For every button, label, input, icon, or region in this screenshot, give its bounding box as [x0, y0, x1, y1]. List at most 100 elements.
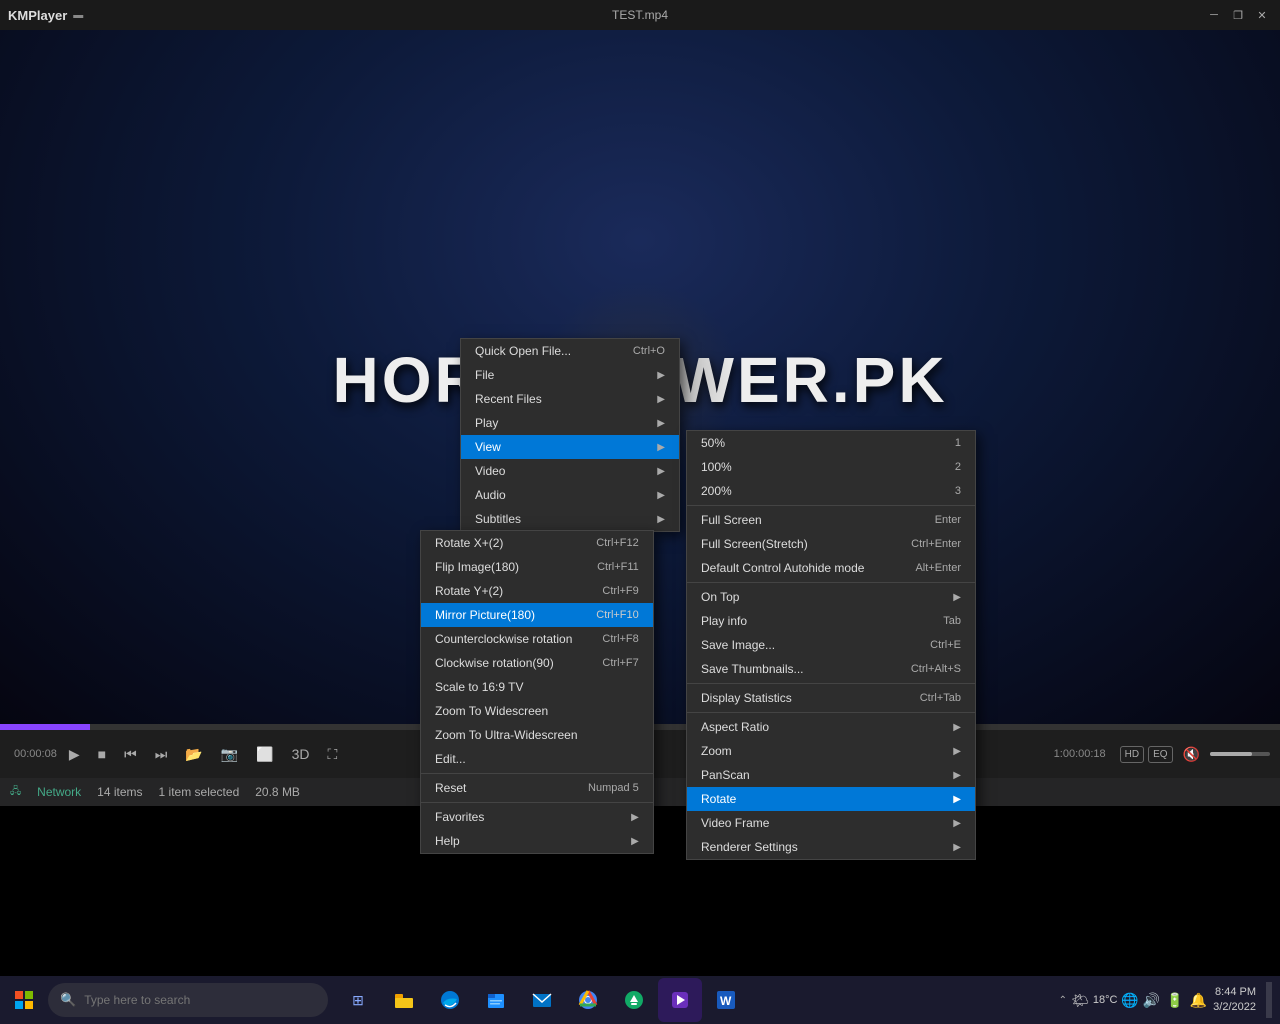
- volume-slider[interactable]: [1210, 752, 1270, 756]
- prev-button[interactable]: ⏮: [118, 742, 143, 767]
- restore-button[interactable]: ❐: [1228, 6, 1248, 24]
- ctx-subtitles[interactable]: Subtitles ▶: [461, 507, 679, 531]
- view-sep-3: [687, 683, 975, 684]
- ctx-edit[interactable]: Edit...: [421, 747, 653, 771]
- ctx-zoom-ultra[interactable]: Zoom To Ultra-Widescreen: [421, 723, 653, 747]
- edge-browser-button[interactable]: [428, 978, 472, 1022]
- ctx-file-arrow: ▶: [657, 370, 665, 381]
- taskbar: 🔍 ⊞: [0, 976, 1280, 1024]
- ctx-mirror-label: Mirror Picture(180): [435, 608, 535, 622]
- ctx-renderer-settings[interactable]: Renderer Settings ▶: [687, 835, 975, 859]
- ctx-fullscreen[interactable]: Full Screen Enter: [687, 508, 975, 532]
- ctx-zoom[interactable]: Zoom ▶: [687, 739, 975, 763]
- temperature: 18°C: [1093, 994, 1118, 1006]
- ctx-play[interactable]: Play ▶: [461, 411, 679, 435]
- ctx-video[interactable]: Video ▶: [461, 459, 679, 483]
- ctx-aspect-ratio-label: Aspect Ratio: [701, 720, 769, 734]
- chrome-button[interactable]: [566, 978, 610, 1022]
- network-tray-icon[interactable]: 🌐: [1121, 992, 1138, 1009]
- play-button[interactable]: ▶: [63, 742, 86, 767]
- ctx-favorites-label: Favorites: [435, 810, 484, 824]
- notifications-icon[interactable]: 🔔: [1190, 992, 1207, 1009]
- ctx-rotate[interactable]: Rotate ▶: [687, 787, 975, 811]
- ctx-200pct-shortcut: 3: [955, 485, 961, 497]
- weather-icon: 🌤: [1071, 992, 1089, 1009]
- clock-time: 8:44 PM: [1213, 985, 1256, 1000]
- search-bar[interactable]: 🔍: [48, 983, 328, 1017]
- eq-button[interactable]: EQ: [1148, 746, 1172, 763]
- ctx-ccw-rotation[interactable]: Counterclockwise rotation Ctrl+F8: [421, 627, 653, 651]
- search-input[interactable]: [84, 993, 316, 1007]
- ctx-display-stats[interactable]: Display Statistics Ctrl+Tab: [687, 686, 975, 710]
- ctx-mirror-shortcut: Ctrl+F10: [596, 609, 639, 621]
- app-logo: KMPlayer: [8, 8, 67, 23]
- ctx-200pct[interactable]: 200% 3: [687, 479, 975, 503]
- taskview-button[interactable]: ⊞: [336, 978, 380, 1022]
- time-right: 1:00:00:18: [1054, 748, 1106, 760]
- ctx-fullscreen-stretch-shortcut: Ctrl+Enter: [911, 538, 961, 550]
- ctx-flip-shortcut: Ctrl+F11: [597, 561, 639, 573]
- mute-button[interactable]: 🔇: [1177, 742, 1206, 767]
- ctx-save-image-label: Save Image...: [701, 638, 775, 652]
- start-button[interactable]: [0, 976, 48, 1024]
- ctx-video-frame[interactable]: Video Frame ▶: [687, 811, 975, 835]
- ctx-rotate-y-shortcut: Ctrl+F9: [602, 585, 638, 597]
- file-manager-button[interactable]: [474, 978, 518, 1022]
- ctx-fullscreen-shortcut: Enter: [935, 514, 961, 526]
- show-desktop-button[interactable]: [1266, 982, 1272, 1018]
- ctx-view[interactable]: View ▶: [461, 435, 679, 459]
- clock[interactable]: 8:44 PM 3/2/2022: [1213, 985, 1256, 1016]
- fullscreen-button[interactable]: ⛶: [322, 742, 344, 767]
- ctx-reset[interactable]: Reset Numpad 5: [421, 776, 653, 800]
- ctx-autohide[interactable]: Default Control Autohide mode Alt+Enter: [687, 556, 975, 580]
- hd-button[interactable]: HD: [1120, 746, 1144, 763]
- ctx-100pct[interactable]: 100% 2: [687, 455, 975, 479]
- minimize-icon: ▬: [73, 10, 83, 21]
- ctx-50pct[interactable]: 50% 1: [687, 431, 975, 455]
- ctx-scale-tv[interactable]: Scale to 16:9 TV: [421, 675, 653, 699]
- ctx-fullscreen-stretch-label: Full Screen(Stretch): [701, 537, 808, 551]
- ctx-rotate-label: Rotate: [701, 792, 736, 806]
- ratio-button[interactable]: ⬜: [250, 742, 279, 767]
- screenshot-button[interactable]: 📷: [215, 742, 244, 767]
- 3d-button[interactable]: 3D: [286, 742, 316, 766]
- chevron-icon[interactable]: ⌃: [1059, 995, 1067, 1006]
- close-button[interactable]: ✕: [1252, 6, 1272, 24]
- ctx-help[interactable]: Help ▶: [421, 829, 653, 853]
- mail-button[interactable]: [520, 978, 564, 1022]
- open-button[interactable]: 📂: [179, 742, 208, 767]
- ctx-on-top[interactable]: On Top ▶: [687, 585, 975, 609]
- ctx-fullscreen-stretch[interactable]: Full Screen(Stretch) Ctrl+Enter: [687, 532, 975, 556]
- minimize-button[interactable]: ─: [1204, 6, 1224, 24]
- ctx-aspect-ratio[interactable]: Aspect Ratio ▶: [687, 715, 975, 739]
- ctx-quick-open-shortcut: Ctrl+O: [633, 345, 665, 357]
- media-app-button[interactable]: [658, 978, 702, 1022]
- ctx-play-info[interactable]: Play info Tab: [687, 609, 975, 633]
- ctx-panscan-arrow: ▶: [953, 770, 961, 781]
- file-explorer-button[interactable]: [382, 978, 426, 1022]
- view-sep-2: [687, 582, 975, 583]
- ctx-favorites[interactable]: Favorites ▶: [421, 805, 653, 829]
- ctx-subtitles-arrow: ▶: [657, 514, 665, 525]
- ctx-panscan[interactable]: PanScan ▶: [687, 763, 975, 787]
- ctx-quick-open[interactable]: Quick Open File... Ctrl+O: [461, 339, 679, 363]
- ctx-mirror-picture[interactable]: Mirror Picture(180) Ctrl+F10: [421, 603, 653, 627]
- ctx-flip-image[interactable]: Flip Image(180) Ctrl+F11: [421, 555, 653, 579]
- word-button[interactable]: W: [704, 978, 748, 1022]
- next-button[interactable]: ⏭: [149, 742, 174, 767]
- ctx-save-image[interactable]: Save Image... Ctrl+E: [687, 633, 975, 657]
- ctx-zoom-wide-label: Zoom To Widescreen: [435, 704, 548, 718]
- downloader-button[interactable]: [612, 978, 656, 1022]
- ctx-100pct-shortcut: 2: [955, 461, 961, 473]
- ctx-rotate-y[interactable]: Rotate Y+(2) Ctrl+F9: [421, 579, 653, 603]
- ctx-rotate-y-label: Rotate Y+(2): [435, 584, 503, 598]
- ctx-rotate-x[interactable]: Rotate X+(2) Ctrl+F12: [421, 531, 653, 555]
- ctx-audio[interactable]: Audio ▶: [461, 483, 679, 507]
- ctx-recent-files[interactable]: Recent Files ▶: [461, 387, 679, 411]
- ctx-save-thumbs[interactable]: Save Thumbnails... Ctrl+Alt+S: [687, 657, 975, 681]
- ctx-zoom-wide[interactable]: Zoom To Widescreen: [421, 699, 653, 723]
- stop-button[interactable]: ■: [92, 742, 112, 766]
- volume-tray-icon[interactable]: 🔊: [1143, 992, 1160, 1009]
- ctx-cw-rotation[interactable]: Clockwise rotation(90) Ctrl+F7: [421, 651, 653, 675]
- ctx-file[interactable]: File ▶: [461, 363, 679, 387]
